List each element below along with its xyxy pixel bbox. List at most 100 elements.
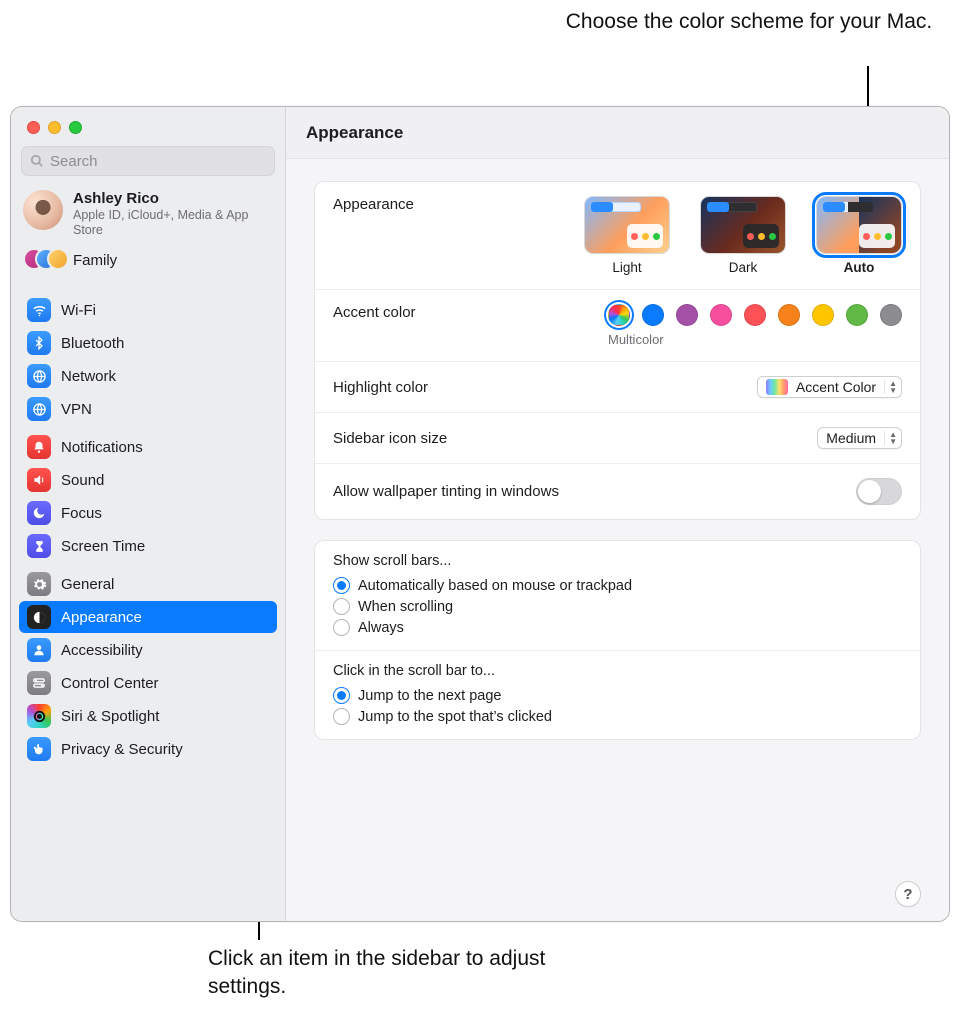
sidebar-nav: Wi-Fi Bluetooth Network VPN Notifications Sou…: [11, 282, 285, 921]
search-icon: [30, 154, 44, 168]
sidebar-item-label: Focus: [61, 505, 102, 522]
gradient-chip-icon: [766, 379, 788, 395]
chevron-up-down-icon: ▲▼: [884, 431, 897, 445]
radio-label: Jump to the spot that’s clicked: [358, 709, 552, 725]
appearance-option-light-label: Light: [612, 260, 641, 275]
sidebar-item-bluetooth[interactable]: Bluetooth: [19, 327, 277, 359]
scrollclick-title: Click in the scroll bar to...: [333, 663, 902, 679]
accent-swatch-green[interactable]: [846, 304, 868, 326]
accent-swatch-purple[interactable]: [676, 304, 698, 326]
card-appearance: Appearance Light Dark Auto: [314, 181, 921, 520]
sidebar-item-wifi[interactable]: Wi-Fi: [19, 294, 277, 326]
controlcenter-icon: [27, 671, 51, 695]
highlight-label: Highlight color: [333, 379, 428, 396]
sidebar-item-appearance[interactable]: Appearance: [19, 601, 277, 633]
accent-swatch-blue[interactable]: [642, 304, 664, 326]
accent-selected-label: Multicolor: [608, 332, 664, 347]
screentime-icon: [27, 534, 51, 558]
row-accent-color: Accent color Multicolor: [315, 289, 920, 361]
highlight-popup[interactable]: Accent Color ▲▼: [757, 376, 902, 398]
sidebar-item-screentime[interactable]: Screen Time: [19, 530, 277, 562]
account-subtitle: Apple ID, iCloud+, Media & App Store: [73, 208, 273, 238]
scrollbars-group: Show scroll bars... Automatically based …: [315, 541, 920, 650]
appearance-option-auto[interactable]: Auto: [816, 196, 902, 275]
radio-dot: [333, 708, 350, 725]
accent-swatch-pink[interactable]: [710, 304, 732, 326]
system-settings-window: Ashley Rico Apple ID, iCloud+, Media & A…: [10, 106, 950, 922]
scrollbars-option-auto[interactable]: Automatically based on mouse or trackpad: [333, 575, 902, 596]
highlight-value: Accent Color: [796, 379, 876, 395]
family-avatars: [23, 248, 63, 272]
sidebar-icon-popup[interactable]: Medium ▲▼: [817, 427, 902, 449]
radio-dot: [333, 687, 350, 704]
network-icon: [27, 364, 51, 388]
avatar: [23, 190, 63, 230]
scrollclick-group: Click in the scroll bar to... Jump to th…: [315, 651, 920, 739]
sound-icon: [27, 468, 51, 492]
content-header: Appearance: [286, 107, 949, 159]
sidebar-item-controlcenter[interactable]: Control Center: [19, 667, 277, 699]
sidebar-item-label: Network: [61, 368, 116, 385]
apple-id-row[interactable]: Ashley Rico Apple ID, iCloud+, Media & A…: [11, 180, 285, 244]
sidebar-item-label: General: [61, 576, 114, 593]
scrollbars-title: Show scroll bars...: [333, 553, 902, 569]
radio-label: Always: [358, 620, 404, 636]
card-scroll: Show scroll bars... Automatically based …: [314, 540, 921, 740]
sidebar-item-notifications[interactable]: Notifications: [19, 431, 277, 463]
content-body: Appearance Light Dark Auto: [286, 159, 949, 921]
scrollclick-option-page[interactable]: Jump to the next page: [333, 685, 902, 706]
accent-swatch-graphite[interactable]: [880, 304, 902, 326]
sidebar-item-label: Appearance: [61, 609, 142, 626]
sidebar-item-siri[interactable]: Siri & Spotlight: [19, 700, 277, 732]
scrollbars-option-always[interactable]: Always: [333, 617, 902, 638]
sidebar-item-label: Control Center: [61, 675, 159, 692]
sidebar-item-vpn[interactable]: VPN: [19, 393, 277, 425]
sidebar-item-focus[interactable]: Focus: [19, 497, 277, 529]
sidebar-item-general[interactable]: General: [19, 568, 277, 600]
accent-swatch-red[interactable]: [744, 304, 766, 326]
content: Appearance Appearance Light Dark: [286, 107, 949, 921]
family-row[interactable]: Family: [11, 244, 285, 282]
radio-label: When scrolling: [358, 599, 453, 615]
wallpaper-tint-switch[interactable]: [856, 478, 902, 505]
zoom-button[interactable]: [69, 121, 82, 134]
appearance-option-light[interactable]: Light: [584, 196, 670, 275]
minimize-button[interactable]: [48, 121, 61, 134]
chevron-up-down-icon: ▲▼: [884, 380, 897, 394]
appearance-option-dark-label: Dark: [729, 260, 758, 275]
radio-label: Jump to the next page: [358, 688, 502, 704]
radio-dot: [333, 577, 350, 594]
vpn-icon: [27, 397, 51, 421]
close-button[interactable]: [27, 121, 40, 134]
scrollclick-option-spot[interactable]: Jump to the spot that’s clicked: [333, 706, 902, 727]
sidebar-item-label: Privacy & Security: [61, 741, 183, 758]
scrollbars-option-scrolling[interactable]: When scrolling: [333, 596, 902, 617]
sidebar-item-privacy[interactable]: Privacy & Security: [19, 733, 277, 765]
sidebar-item-label: Notifications: [61, 439, 143, 456]
callout-color-scheme: Choose the color scheme for your Mac.: [564, 8, 934, 36]
help-button[interactable]: ?: [895, 881, 921, 907]
radio-dot: [333, 598, 350, 615]
sidebar-item-network[interactable]: Network: [19, 360, 277, 392]
accent-swatch-yellow[interactable]: [812, 304, 834, 326]
sidebar: Ashley Rico Apple ID, iCloud+, Media & A…: [11, 107, 286, 921]
row-highlight-color: Highlight color Accent Color ▲▼: [315, 361, 920, 412]
accent-swatch-orange[interactable]: [778, 304, 800, 326]
appearance-option-dark[interactable]: Dark: [700, 196, 786, 275]
family-label: Family: [73, 252, 117, 269]
appearance-label: Appearance: [333, 196, 414, 213]
bluetooth-icon: [27, 331, 51, 355]
sidebar-item-label: Siri & Spotlight: [61, 708, 159, 725]
search-field[interactable]: [21, 146, 275, 176]
sidebar-item-accessibility[interactable]: Accessibility: [19, 634, 277, 666]
sidebar-item-label: Wi-Fi: [61, 302, 96, 319]
sidebar-item-sound[interactable]: Sound: [19, 464, 277, 496]
search-input[interactable]: [50, 153, 266, 170]
sidebar-item-label: Screen Time: [61, 538, 145, 555]
wallpaper-tint-label: Allow wallpaper tinting in windows: [333, 483, 559, 500]
row-wallpaper-tint: Allow wallpaper tinting in windows: [315, 463, 920, 519]
accent-swatch-multicolor[interactable]: [608, 304, 630, 326]
wifi-icon: [27, 298, 51, 322]
page-title: Appearance: [306, 123, 403, 143]
privacy-icon: [27, 737, 51, 761]
